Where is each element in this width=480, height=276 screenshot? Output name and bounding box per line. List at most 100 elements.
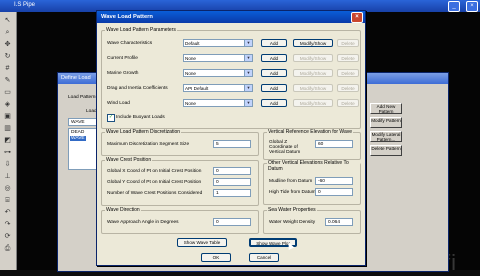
add-button[interactable]: Add	[261, 54, 287, 62]
vertical-datum-label: Global Z Coordinate of Vertical Datum	[269, 140, 301, 155]
print-icon[interactable]: ⎙	[3, 244, 12, 253]
ok-button[interactable]: OK	[201, 253, 231, 262]
wave-direction-input[interactable]: 0	[213, 218, 251, 226]
modify-show-button[interactable]: Modify/Show	[293, 54, 333, 62]
cancel-button[interactable]: Cancel	[249, 253, 279, 262]
select-value: None	[185, 71, 196, 76]
chevron-down-icon: ▼	[244, 70, 252, 76]
crest-y-label: Global Y Coord of Pt on Initial Crest Po…	[107, 180, 202, 185]
mudline-input[interactable]: -60	[315, 177, 353, 185]
frame-icon[interactable]: ▥	[3, 124, 12, 133]
chevron-down-icon: ▼	[244, 40, 252, 46]
section-icon[interactable]: ⌸	[3, 196, 12, 205]
delete-button[interactable]: Delete	[337, 39, 359, 47]
chevron-down-icon: ▼	[244, 55, 252, 61]
select-value: Default	[185, 41, 200, 46]
select-value: API Default	[185, 86, 209, 91]
wave-direction-group-title: Wave Direction	[105, 207, 141, 213]
current-profile-select[interactable]: None ▼	[183, 54, 253, 62]
include-buoyant-label: Include Buoyant Loads	[116, 115, 165, 120]
param-label: Drag and Inertia Coefficients	[107, 86, 168, 91]
wave-direction-label: Wave Approach Angle in Degrees	[107, 220, 179, 225]
crest-count-label: Number of Wave Crest Positions Considere…	[107, 191, 203, 196]
undo-icon[interactable]: ↶	[3, 208, 12, 217]
app-title: I.S Pipe	[14, 2, 36, 8]
show-wave-table-button[interactable]: Show Wave Table	[177, 238, 227, 247]
add-button[interactable]: Add	[261, 84, 287, 92]
water-density-label: Water Weight Density	[269, 220, 316, 225]
add-button[interactable]: Add	[261, 69, 287, 77]
view-icon[interactable]: ◎	[3, 184, 12, 193]
modify-pattern-button[interactable]: Modify Pattern	[370, 117, 402, 128]
delete-pattern-button[interactable]: Delete Pattern	[370, 145, 402, 156]
crest-count-input[interactable]: 1	[213, 189, 251, 197]
drag-inertia-select[interactable]: API Default ▼	[183, 84, 253, 92]
high-tide-label: High Tide from Datum	[269, 190, 316, 195]
discretization-label: Maximum Discretization Segment Size	[107, 142, 190, 147]
modify-show-button[interactable]: Modify/Show	[293, 84, 333, 92]
list-item[interactable]: DEAD	[71, 130, 84, 135]
select-value: None	[185, 101, 196, 106]
delete-button[interactable]: Delete	[337, 99, 359, 107]
grid-icon[interactable]: #	[3, 64, 12, 73]
refresh-icon[interactable]: ⟳	[3, 232, 12, 241]
shell-icon[interactable]: ◩	[3, 136, 12, 145]
marine-growth-select[interactable]: None ▼	[183, 69, 253, 77]
chevron-down-icon: ▼	[244, 100, 252, 106]
close-icon[interactable]: ×	[351, 12, 363, 23]
discretization-input[interactable]: 5	[213, 140, 251, 148]
param-label: Wind Load	[107, 101, 130, 106]
measure-icon[interactable]: ⊥	[3, 172, 12, 181]
modify-lateral-pattern-button[interactable]: Modify Lateral Pattern...	[370, 131, 402, 142]
delete-button[interactable]: Delete	[337, 69, 359, 77]
crest-x-input[interactable]: 0	[213, 167, 251, 175]
mudline-label: Mudline from Datum	[269, 179, 313, 184]
param-label: Wave Characteristics	[107, 41, 153, 46]
draw-icon[interactable]: ✎	[3, 76, 12, 85]
left-toolbar: ↖ ⌕ ✥ ↻ # ✎ ▭ ◈ ▣ ▥ ◩ ⊶ ⇩ ⊥ ◎ ⌸ ↶ ↷ ⟳ ⎙	[0, 12, 17, 270]
pan-icon[interactable]: ✥	[3, 40, 12, 49]
high-tide-input[interactable]: 0	[315, 188, 353, 196]
node-icon[interactable]: ▣	[3, 112, 12, 121]
include-buoyant-checkbox[interactable]: ✓	[107, 114, 115, 122]
wave-characteristics-select[interactable]: Default ▼	[183, 39, 253, 47]
redo-icon[interactable]: ↷	[3, 220, 12, 229]
modify-show-button[interactable]: Modify/Show	[293, 39, 333, 47]
close-icon[interactable]: ×	[466, 1, 478, 12]
zoom-icon[interactable]: ⌕	[3, 28, 12, 37]
chevron-down-icon: ▼	[244, 85, 252, 91]
other-elevations-group-title: Other Vertical Elevations Relative To Da…	[267, 160, 360, 172]
add-button[interactable]: Add	[261, 39, 287, 47]
delete-button[interactable]: Delete	[337, 84, 359, 92]
vertical-datum-input[interactable]: 60	[315, 140, 353, 148]
add-new-pattern-button[interactable]: Add New Pattern	[370, 103, 402, 114]
crest-group-title: Wave Crest Position	[105, 157, 153, 163]
param-label: Current Profile	[107, 56, 138, 61]
load-patterns-group-label: Load Patterns	[68, 95, 98, 100]
wave-load-pattern-dialog: Wave Load Pattern × Wave Load Pattern Pa…	[96, 10, 366, 266]
load-icon[interactable]: ⇩	[3, 160, 12, 169]
delete-button[interactable]: Delete	[337, 54, 359, 62]
modify-show-button[interactable]: Modify/Show	[293, 99, 333, 107]
select-icon[interactable]: ▭	[3, 88, 12, 97]
modify-show-button[interactable]: Modify/Show	[293, 69, 333, 77]
rotate-icon[interactable]: ↻	[3, 52, 12, 61]
params-group-title: Wave Load Pattern Parameters	[105, 27, 177, 33]
crest-y-input[interactable]: 0	[213, 178, 251, 186]
vertical-reference-group-title: Vertical Reference Elevation for Wave	[267, 129, 354, 135]
dialog-title: Wave Load Pattern	[101, 14, 153, 20]
crest-x-label: Global X Coord of Pt on Initial Crest Po…	[107, 169, 202, 174]
pointer-icon[interactable]: ↖	[3, 16, 12, 25]
link-icon[interactable]: ⊶	[3, 148, 12, 157]
param-label: Marine Growth	[107, 71, 139, 76]
minimize-icon[interactable]: _	[448, 1, 460, 12]
list-item[interactable]: WAVE	[70, 136, 86, 141]
add-button[interactable]: Add	[261, 99, 287, 107]
wind-load-select[interactable]: None ▼	[183, 99, 253, 107]
shield-icon[interactable]: ◈	[3, 100, 12, 109]
sea-water-group-title: Sea Water Properties	[267, 207, 317, 213]
water-density-input[interactable]: 0.064	[325, 218, 353, 226]
select-value: None	[185, 56, 196, 61]
dialog-title-bar: Wave Load Pattern ×	[97, 11, 365, 23]
discretization-group-title: Wave Load Pattern Discretization	[105, 129, 182, 135]
